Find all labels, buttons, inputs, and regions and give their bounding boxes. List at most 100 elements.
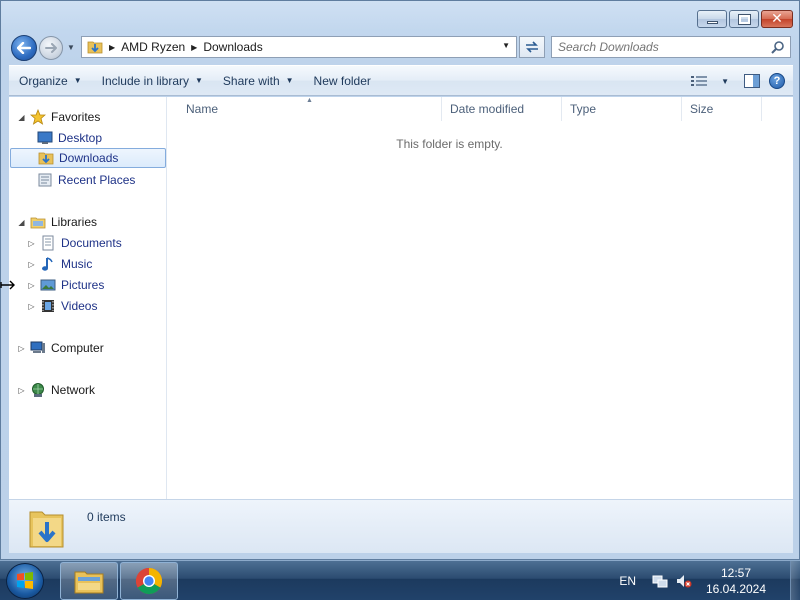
downloads-folder-icon — [87, 41, 103, 54]
nav-downloads[interactable]: Downloads — [10, 148, 166, 168]
new-folder-button[interactable]: New folder — [304, 69, 381, 93]
nav-music[interactable]: ▷ Music — [27, 254, 92, 274]
column-size-label: Size — [690, 102, 714, 116]
column-date-modified-label: Date modified — [450, 102, 525, 116]
navigation-pane[interactable]: ◢ Favorites Desktop Downloads Recent Pla… — [9, 97, 167, 499]
resize-cursor-icon — [0, 280, 15, 290]
chevron-down-icon: ▼ — [721, 76, 729, 86]
help-button[interactable]: ? — [769, 73, 785, 89]
refresh-icon — [526, 41, 538, 53]
taskbar: EN 12:57 16.04.2024 — [0, 560, 800, 600]
maximize-button[interactable] — [729, 10, 759, 28]
organize-label: Organize — [19, 73, 68, 88]
sort-ascending-icon: ▲ — [306, 97, 313, 104]
network-status-icon[interactable] — [652, 573, 668, 589]
column-header-date-modified[interactable]: Date modified — [442, 97, 562, 121]
address-row: ▼ ▶ AMD Ryzen ▶ Downloads ▼ — [1, 31, 800, 63]
details-pane: 0 items — [9, 499, 793, 553]
nav-libraries-label: Libraries — [51, 215, 98, 229]
search-input[interactable] — [552, 37, 762, 57]
caption-buttons: ✕ — [697, 10, 793, 28]
maximize-icon — [737, 13, 751, 25]
nav-desktop[interactable]: Desktop — [37, 128, 102, 148]
chevron-down-icon: ▼ — [285, 76, 294, 85]
network-icon — [32, 383, 44, 397]
forward-arrow-icon — [45, 43, 57, 53]
nav-recent-places-label: Recent Places — [58, 173, 136, 187]
preview-pane-button[interactable] — [743, 72, 761, 90]
minimize-button[interactable] — [697, 10, 727, 28]
clock-date: 16.04.2024 — [705, 582, 767, 596]
nav-favorites-label: Favorites — [51, 110, 101, 124]
chevron-down-icon: ▼ — [73, 76, 82, 85]
taskbar-chrome-button[interactable] — [120, 562, 178, 600]
back-arrow-icon — [17, 42, 31, 54]
expanded-triangle-icon[interactable]: ◢ — [17, 113, 26, 122]
taskbar-explorer-button[interactable] — [60, 562, 118, 600]
refresh-button[interactable] — [519, 36, 545, 58]
organize-button[interactable]: Organize ▼ — [9, 69, 92, 93]
main-area: ◢ Favorites Desktop Downloads Recent Pla… — [9, 97, 793, 499]
nav-videos[interactable]: ▷ Videos — [27, 296, 97, 316]
downloads-folder-icon — [29, 511, 64, 548]
close-button[interactable]: ✕ — [761, 10, 793, 28]
nav-pictures[interactable]: ▷ Pictures — [27, 275, 104, 295]
nav-pictures-label: Pictures — [61, 278, 105, 292]
pictures-icon — [40, 279, 56, 291]
include-in-library-button[interactable]: Include in library ▼ — [92, 69, 213, 93]
chevron-down-icon: ▼ — [195, 76, 203, 85]
collapsed-triangle-icon[interactable]: ▷ — [27, 260, 36, 269]
nav-documents[interactable]: ▷ Documents — [27, 233, 122, 253]
language-indicator[interactable]: EN — [619, 574, 636, 588]
search-box[interactable] — [551, 36, 791, 58]
forward-button[interactable] — [39, 36, 63, 60]
star-icon — [30, 109, 46, 125]
nav-network-label: Network — [51, 383, 96, 397]
nav-downloads-label: Downloads — [59, 151, 119, 165]
nav-computer[interactable]: ▷ Computer — [17, 338, 104, 358]
clock-time: 12:57 — [720, 566, 752, 580]
documents-icon — [42, 235, 54, 251]
collapsed-triangle-icon[interactable]: ▷ — [17, 344, 26, 353]
collapsed-triangle-icon[interactable]: ▷ — [27, 281, 36, 290]
help-icon: ? — [773, 75, 781, 87]
back-button[interactable] — [11, 35, 37, 61]
breadcrumb-downloads[interactable]: Downloads — [203, 40, 262, 54]
nav-network[interactable]: ▷ Network — [17, 380, 95, 400]
nav-libraries[interactable]: ◢ Libraries — [17, 212, 97, 232]
empty-folder-message-row: This folder is empty. — [168, 137, 793, 151]
recent-pages-dropdown-icon[interactable]: ▼ — [67, 43, 75, 52]
clock[interactable]: 12:57 16.04.2024 — [700, 565, 772, 597]
details-view-icon — [691, 76, 708, 86]
show-desktop-button[interactable] — [790, 561, 800, 600]
chevron-right-icon[interactable]: ▶ — [191, 43, 197, 52]
music-note-icon — [42, 257, 53, 271]
column-header-type[interactable]: Type — [562, 97, 682, 121]
collapsed-triangle-icon[interactable]: ▷ — [27, 302, 36, 311]
chevron-right-icon[interactable]: ▶ — [109, 43, 115, 52]
breadcrumb-amd-ryzen[interactable]: AMD Ryzen — [121, 40, 185, 54]
volume-muted-icon[interactable] — [676, 573, 692, 589]
minimize-icon — [706, 20, 718, 24]
search-icon[interactable] — [771, 40, 785, 54]
title-bar[interactable]: ✕ — [1, 1, 800, 31]
nav-favorites[interactable]: ◢ Favorites — [17, 107, 100, 127]
preview-pane-icon — [744, 74, 760, 88]
share-with-button[interactable]: Share with ▼ — [213, 69, 304, 93]
address-dropdown-icon[interactable]: ▼ — [502, 41, 510, 50]
collapsed-triangle-icon[interactable]: ▷ — [17, 386, 26, 395]
nav-computer-label: Computer — [51, 341, 104, 355]
column-header-size[interactable]: Size — [682, 97, 762, 121]
change-view-button[interactable]: ▼ — [685, 70, 735, 92]
address-bar[interactable]: ▶ AMD Ryzen ▶ Downloads ▼ — [81, 36, 517, 58]
column-headers: Name ▲ Date modified Type Size — [168, 97, 793, 121]
nav-recent-places[interactable]: Recent Places — [37, 170, 135, 190]
command-bar: Organize ▼ Include in library ▼ Share wi… — [9, 65, 793, 96]
command-bar-right: ▼ ? — [685, 70, 785, 92]
start-button[interactable] — [6, 563, 44, 599]
expanded-triangle-icon[interactable]: ◢ — [17, 218, 26, 227]
collapsed-triangle-icon[interactable]: ▷ — [27, 239, 36, 248]
file-list[interactable]: Name ▲ Date modified Type Size This fold… — [168, 97, 793, 499]
desktop-icon — [37, 131, 53, 144]
share-with-label: Share with — [222, 73, 280, 88]
